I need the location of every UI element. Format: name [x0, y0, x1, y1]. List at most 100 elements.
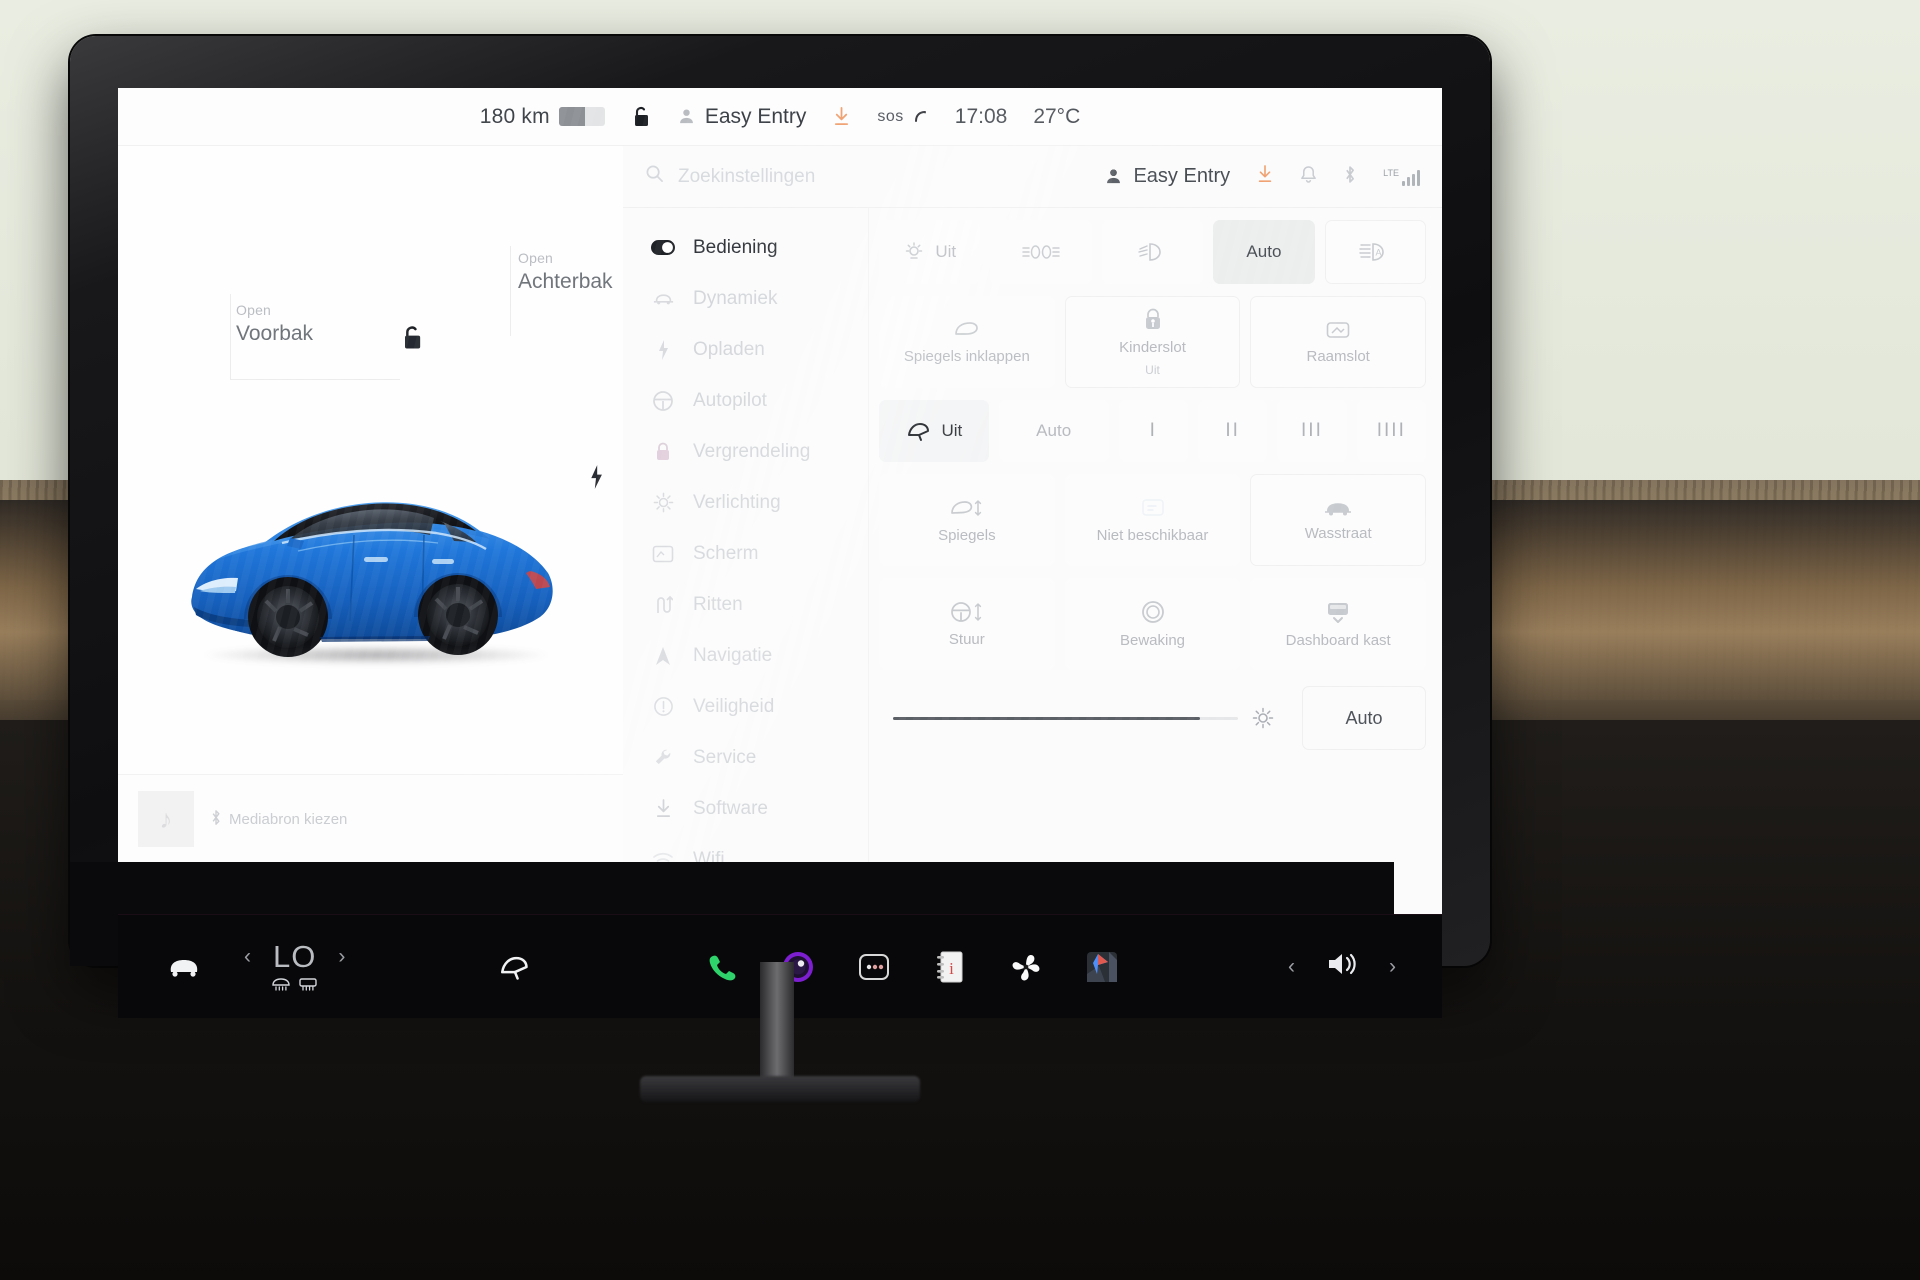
- charge-bolt-icon[interactable]: [588, 464, 604, 495]
- wiper-icon[interactable]: [495, 947, 535, 987]
- driver-profile[interactable]: Easy Entry: [677, 105, 806, 129]
- phone-app-icon[interactable]: [702, 947, 742, 987]
- sidebar-item-veiligheid[interactable]: Veiligheid: [623, 681, 868, 732]
- unavailable-label: Niet beschikbaar: [1096, 527, 1209, 544]
- display-screen-icon: [651, 545, 675, 563]
- wiper-control-row: Uit Auto I II III IIII: [879, 400, 1426, 462]
- chevron-right-icon[interactable]: ›: [338, 945, 345, 969]
- climate-fan-app-icon[interactable]: [1006, 947, 1046, 987]
- frunk-underline: [230, 379, 400, 380]
- charge-bolt-icon: [651, 339, 675, 361]
- parking-lights-button[interactable]: [990, 220, 1092, 284]
- sidebar-item-bediening[interactable]: Bediening: [623, 222, 868, 273]
- brightness-auto-button[interactable]: Auto: [1302, 686, 1426, 750]
- sidebar-item-dynamiek[interactable]: Dynamiek: [623, 273, 868, 324]
- temperature-setpoint[interactable]: LO: [273, 939, 316, 975]
- sidebar-item-label: Software: [693, 797, 768, 819]
- lights-auto-button[interactable]: Auto: [1213, 220, 1315, 284]
- window-lock-button[interactable]: Raamslot: [1250, 296, 1427, 388]
- glovebox-button[interactable]: Dashboard kast: [1250, 578, 1427, 670]
- car-front-icon[interactable]: [164, 947, 204, 987]
- brightness-fill: [893, 716, 1201, 720]
- lock-control-row: Spiegels inklappen Kinderslot Uit Raamsl…: [879, 296, 1427, 388]
- sentry-mode-button[interactable]: Bewaking: [1064, 578, 1241, 670]
- wiper-speed-4-button[interactable]: IIII: [1356, 400, 1426, 462]
- sos-arc-icon: [914, 110, 926, 122]
- sidebar-item-label: Navigatie: [693, 644, 773, 666]
- sidebar-item-scherm[interactable]: Scherm: [623, 528, 868, 579]
- car-wash-mode-button[interactable]: Wasstraat: [1250, 474, 1427, 566]
- sidebar-item-software[interactable]: Software: [623, 783, 868, 834]
- lights-off-button[interactable]: Uit: [879, 220, 981, 284]
- sidebar-item-opladen[interactable]: Opladen: [623, 324, 868, 375]
- more-apps-icon[interactable]: [854, 947, 894, 987]
- unlocked-padlock-icon[interactable]: [400, 324, 424, 357]
- settings-header: Zoekinstellingen Easy Entry LTE: [623, 146, 1442, 208]
- auto-high-beam-button[interactable]: A: [1324, 220, 1427, 284]
- tesla-touchscreen: 180 km Easy Entry sos 17:08 27°C Open Vo…: [118, 88, 1442, 914]
- wiper-auto-button[interactable]: Auto: [998, 400, 1109, 462]
- unlocked-padlock-icon[interactable]: [631, 105, 651, 129]
- brightness-track[interactable]: [893, 716, 1238, 720]
- temperature-stepper: ‹ LO ›: [244, 939, 345, 975]
- wiper-speed-3-button[interactable]: III: [1277, 400, 1347, 462]
- sidebar-item-vergrendeling[interactable]: Vergrendeling: [623, 426, 868, 477]
- steering-wheel-icon: [651, 390, 675, 412]
- search-settings-field[interactable]: Zoekinstellingen: [645, 164, 1090, 189]
- frunk-title[interactable]: Voorbak: [236, 322, 313, 346]
- brightness-auto-label: Auto: [1345, 707, 1383, 728]
- sidebar-item-label: Opladen: [693, 338, 765, 360]
- range-indicator: 180 km: [480, 105, 605, 129]
- controls-grid: Uit Auto A Spiegels inklappen Kinderslot…: [869, 208, 1442, 914]
- trunk-action-label: Open: [518, 250, 554, 266]
- chevron-left-icon[interactable]: ‹: [244, 945, 251, 969]
- temperature-value: 27°C: [1033, 104, 1081, 128]
- music-note-icon: ♪: [159, 803, 173, 834]
- front-defrost-icon[interactable]: [271, 977, 291, 995]
- adjust-mirrors-button[interactable]: Spiegels: [879, 474, 1055, 566]
- rear-defrost-icon[interactable]: [298, 977, 318, 995]
- sos-indicator[interactable]: sos: [877, 108, 928, 126]
- bluetooth-icon: [210, 809, 222, 830]
- frunk-action-label: Open: [236, 302, 272, 318]
- steering-adjust-button[interactable]: Stuur: [879, 578, 1055, 670]
- wiper-icon: [906, 420, 932, 442]
- person-icon: [679, 109, 693, 124]
- media-source-selector[interactable]: Mediabron kiezen: [210, 809, 347, 830]
- manual-app-icon[interactable]: i: [930, 947, 970, 987]
- monitor-stand: [760, 962, 794, 1082]
- software-download-icon[interactable]: [1256, 164, 1274, 189]
- low-beam-button[interactable]: [1101, 220, 1204, 284]
- adjust-mirrors-label: Spiegels: [938, 527, 996, 544]
- bluetooth-icon[interactable]: [1343, 165, 1357, 189]
- chevron-left-icon[interactable]: ‹: [1288, 955, 1295, 979]
- car-visualization-pane: Open Voorbak Open Achterbak ♪ Mediabron …: [118, 146, 623, 914]
- child-lock-button[interactable]: Kinderslot Uit: [1064, 296, 1241, 388]
- wiper-off-button[interactable]: Uit: [879, 400, 989, 462]
- sidebar-item-verlichting[interactable]: Verlichting: [623, 477, 868, 528]
- sidebar-item-autopilot[interactable]: Autopilot: [623, 375, 868, 426]
- software-download-icon[interactable]: [832, 106, 851, 127]
- sidebar-item-service[interactable]: Service: [623, 732, 868, 783]
- wiper-speed-2-button[interactable]: II: [1197, 400, 1268, 462]
- navigation-app-icon[interactable]: [1082, 947, 1122, 987]
- wiper-speed-1-button[interactable]: I: [1118, 400, 1188, 462]
- volume-speaker-icon[interactable]: [1325, 950, 1359, 983]
- bell-icon[interactable]: [1300, 165, 1317, 189]
- taskbar-volume-group: ‹ ›: [1288, 950, 1396, 983]
- sidebar-item-navigatie[interactable]: Navigatie: [623, 630, 868, 681]
- brightness-slider[interactable]: [879, 686, 1288, 750]
- svg-text:A: A: [1376, 248, 1382, 258]
- brightness-control-row: Auto: [879, 686, 1426, 750]
- trunk-title[interactable]: Achterbak: [518, 270, 613, 294]
- lights-control-row: Uit Auto A: [879, 220, 1427, 284]
- clock: 17:08: [955, 105, 1008, 129]
- chevron-right-icon[interactable]: ›: [1389, 955, 1396, 979]
- settings-body: Bediening Dynamiek Opladen Autopilot Ver…: [623, 208, 1442, 914]
- settings-profile[interactable]: Easy Entry: [1104, 165, 1230, 188]
- steering-adjust-label: Stuur: [948, 631, 985, 648]
- sidebar-item-ritten[interactable]: Ritten: [623, 579, 868, 630]
- touchscreen-bezel: 180 km Easy Entry sos 17:08 27°C Open Vo…: [70, 36, 1490, 1018]
- low-beam-icon: [1136, 241, 1170, 263]
- fold-mirrors-button[interactable]: Spiegels inklappen: [879, 296, 1055, 388]
